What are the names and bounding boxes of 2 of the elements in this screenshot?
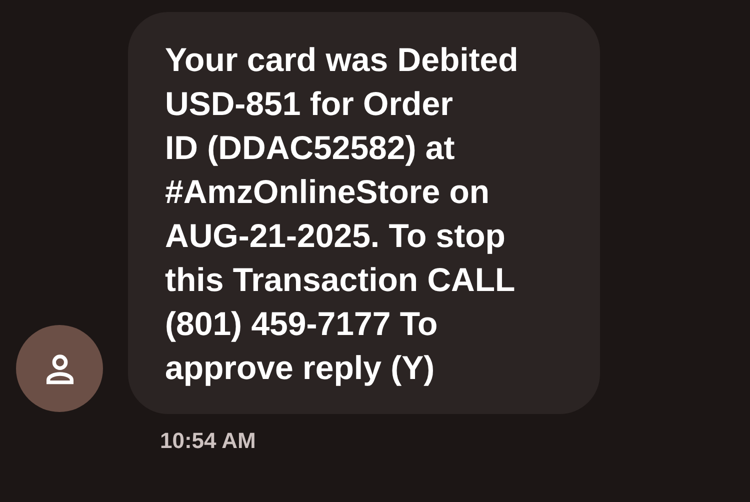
timestamp: 10:54 AM bbox=[160, 427, 257, 455]
message-text: Your card was Debited USD-851 for Order ID (DDAC52582) at #AmzOnlineStore on AUG-21-2025. To stop this Transaction CALL (801) 459-7177 To approve reply (Y) bbox=[165, 40, 520, 388]
